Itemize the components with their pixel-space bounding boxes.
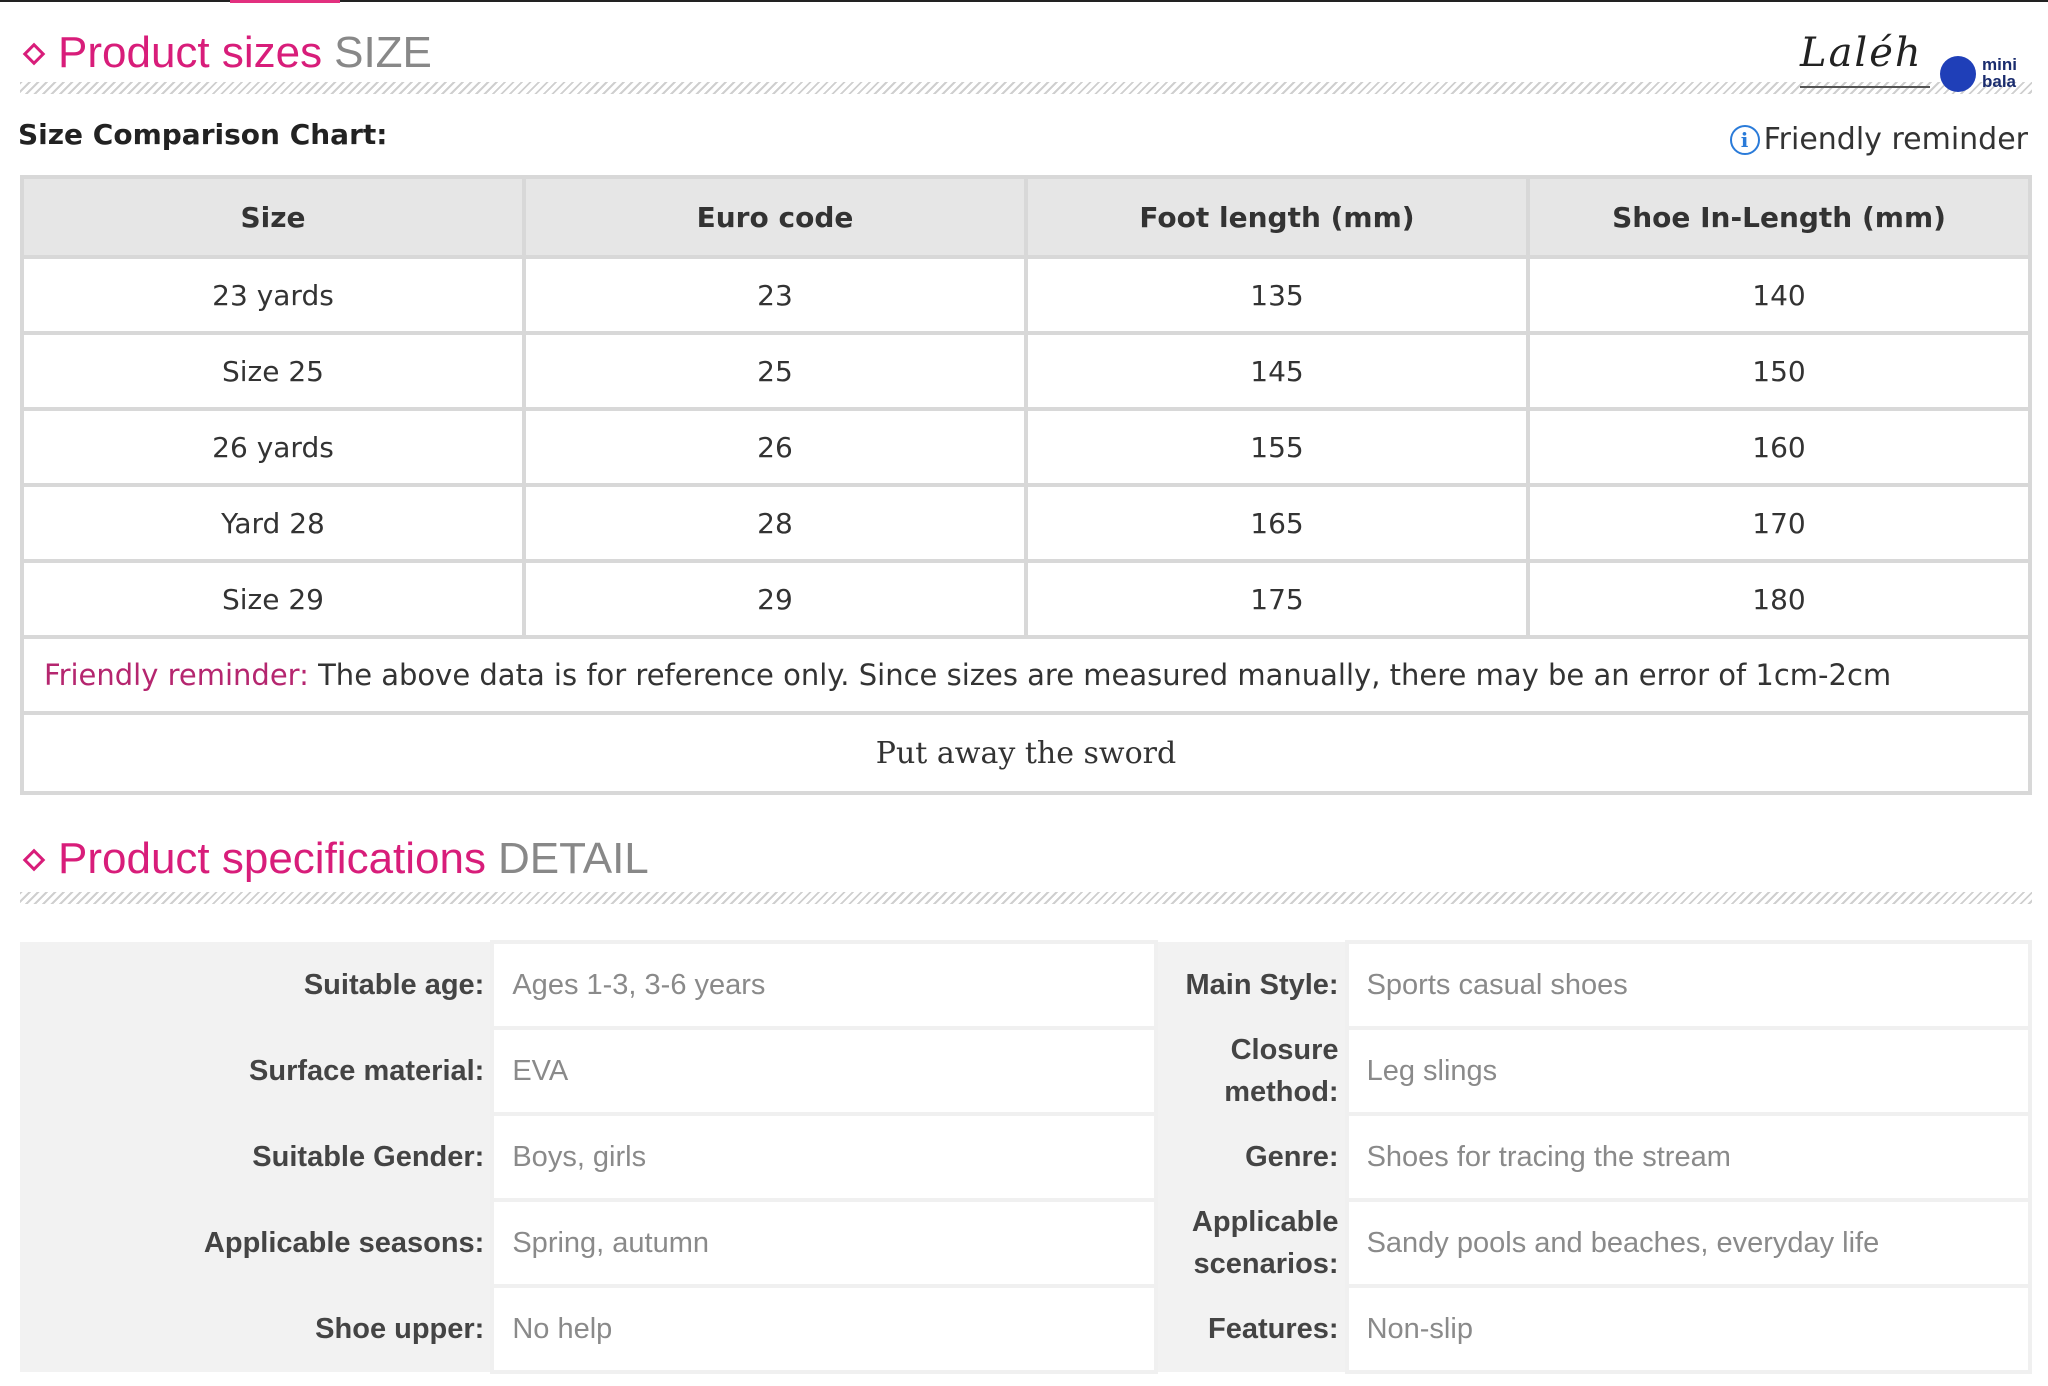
table-cell: 26 [522, 407, 1028, 487]
spec-row: Suitable Gender: Boys, girls Genre: Shoe… [20, 1112, 2033, 1202]
spec-section-divider [20, 892, 2032, 904]
spec-value: Spring, autumn [490, 1198, 1158, 1288]
table-cell: Size 29 [20, 559, 526, 639]
spec-label: Shoe upper: [20, 1286, 493, 1372]
spec-value: Leg slings [1344, 1026, 2033, 1116]
spec-value: Boys, girls [490, 1112, 1158, 1202]
diamond-icon [22, 42, 46, 66]
table-row: Size 29 29 175 180 [20, 559, 2032, 639]
table-cell: 29 [522, 559, 1028, 639]
spec-row: Applicable seasons: Spring, autumn Appli… [20, 1198, 2033, 1288]
table-cell: 165 [1024, 483, 1530, 563]
specifications-table: Suitable age: Ages 1-3, 3-6 years Main S… [20, 940, 2033, 1374]
spec-label: Suitable Gender: [20, 1114, 493, 1200]
table-cell: Yard 28 [20, 483, 526, 563]
brand-line: Put away the sword [20, 711, 2032, 795]
table-row: Yard 28 28 165 170 [20, 483, 2032, 563]
brand-logo: Laléh mini bala [1800, 26, 2030, 96]
spec-label: Features: [1155, 1286, 1347, 1372]
column-header-foot-length: Foot length (mm) [1024, 175, 1530, 259]
table-cell: 23 yards [20, 255, 526, 335]
spec-section-title-text: Product specifications [58, 834, 486, 883]
size-section-title: Product sizes SIZE [58, 28, 432, 78]
top-accent-bar [230, 0, 340, 3]
spec-label: Applicable seasons: [20, 1200, 493, 1286]
table-cell: 23 [522, 255, 1028, 335]
size-comparison-table: Size Euro code Foot length (mm) Shoe In-… [20, 175, 2032, 795]
column-header-shoe-in-length: Shoe In-Length (mm) [1526, 175, 2032, 259]
table-cell: 25 [522, 331, 1028, 411]
size-note: Friendly reminder: The above data is for… [20, 635, 2032, 715]
spec-section-header: Product specifications DETAIL [20, 830, 2030, 890]
spec-label: Closure method: [1155, 1028, 1347, 1114]
spec-value: No help [490, 1284, 1158, 1374]
spec-label: Applicable scenarios: [1155, 1200, 1347, 1286]
info-icon: i [1729, 124, 1760, 155]
table-row: 23 yards 23 135 140 [20, 255, 2032, 335]
table-cell: 175 [1024, 559, 1530, 639]
friendly-reminder-link[interactable]: i Friendly reminder [1729, 122, 2028, 157]
brand-line-row: Put away the sword [20, 711, 2032, 795]
spec-value: Non-slip [1344, 1284, 2033, 1374]
spec-label: Genre: [1155, 1114, 1347, 1200]
table-row: Size 25 25 145 150 [20, 331, 2032, 411]
table-row: 26 yards 26 155 160 [20, 407, 2032, 487]
logo-script: Laléh [1800, 30, 1923, 76]
column-header-size: Size [20, 175, 526, 259]
size-table-header-row: Size Euro code Foot length (mm) Shoe In-… [20, 175, 2032, 259]
size-section-header: Product sizes SIZE [20, 24, 2030, 84]
spec-value: Shoes for tracing the stream [1344, 1112, 2033, 1202]
column-header-euro-code: Euro code [522, 175, 1028, 259]
logo-underline [1800, 86, 1930, 88]
spec-row: Shoe upper: No help Features: Non-slip [20, 1284, 2033, 1374]
table-cell: 160 [1526, 407, 2032, 487]
friendly-reminder-text: Friendly reminder [1763, 122, 2028, 157]
table-cell: 26 yards [20, 407, 526, 487]
spec-label: Main Style: [1155, 942, 1347, 1028]
spec-section-title: Product specifications DETAIL [58, 834, 649, 884]
diamond-icon [22, 848, 46, 872]
table-cell: 155 [1024, 407, 1530, 487]
table-cell: 135 [1024, 255, 1530, 335]
size-note-row: Friendly reminder: The above data is for… [20, 635, 2032, 715]
spec-value: Ages 1-3, 3-6 years [490, 940, 1158, 1030]
size-section-title-en: SIZE [334, 28, 432, 77]
table-cell: 180 [1526, 559, 2032, 639]
logo-badge-line2: bala [1982, 72, 2017, 91]
table-cell: 150 [1526, 331, 2032, 411]
spec-value: Sports casual shoes [1344, 940, 2033, 1030]
table-cell: 170 [1526, 483, 2032, 563]
size-note-label: Friendly reminder: [44, 658, 309, 692]
spec-label: Surface material: [20, 1028, 493, 1114]
table-cell: 145 [1024, 331, 1530, 411]
size-chart-label: Size Comparison Chart: [18, 118, 388, 151]
spec-value: EVA [490, 1026, 1158, 1116]
size-section-divider [20, 82, 2032, 94]
size-section-title-text: Product sizes [58, 28, 323, 77]
spec-row: Surface material: EVA Closure method: Le… [20, 1026, 2033, 1116]
spec-section-title-en: DETAIL [498, 834, 649, 883]
spec-value: Sandy pools and beaches, everyday life [1344, 1198, 2033, 1288]
size-note-text: The above data is for reference only. Si… [308, 658, 1892, 692]
logo-badge-icon [1940, 56, 1976, 92]
table-cell: Size 25 [20, 331, 526, 411]
table-cell: 28 [522, 483, 1028, 563]
spec-row: Suitable age: Ages 1-3, 3-6 years Main S… [20, 940, 2033, 1030]
spec-label: Suitable age: [20, 942, 493, 1028]
logo-badge-text: mini bala [1982, 56, 2017, 90]
table-cell: 140 [1526, 255, 2032, 335]
